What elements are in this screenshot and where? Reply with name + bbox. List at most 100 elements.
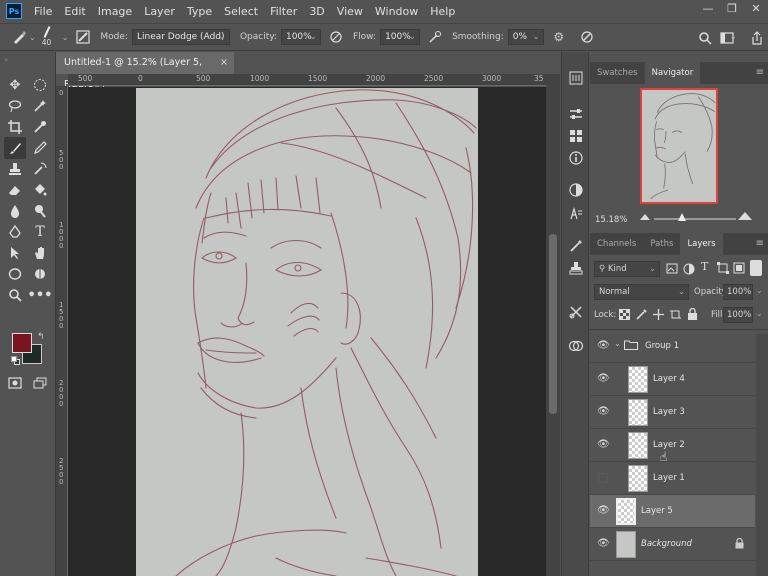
lock-all-icon[interactable] <box>687 307 698 320</box>
zoom-icon[interactable] <box>4 284 26 306</box>
dodge-icon[interactable] <box>29 200 51 222</box>
layer-row-background[interactable]: 👁 Background <box>590 528 755 561</box>
libraries-panel-icon[interactable] <box>566 126 586 146</box>
brush-settings-panel-icon[interactable] <box>566 236 586 256</box>
vertical-scrollbar[interactable] <box>546 74 560 576</box>
eraser-icon[interactable] <box>4 179 26 201</box>
adjustment-filter-icon[interactable] <box>683 263 695 275</box>
navigator-preview[interactable] <box>640 88 718 204</box>
layer-row-layer-3[interactable]: 👁 Layer 3 <box>590 396 755 429</box>
fill-field[interactable]: 100% <box>723 307 753 323</box>
bucket-icon[interactable] <box>29 179 51 201</box>
visibility-eye-icon[interactable]: 👁 <box>597 505 610 517</box>
tool-presets-panel-icon[interactable] <box>566 302 586 322</box>
menu-3d[interactable]: 3D <box>303 5 330 18</box>
swap-colors-icon[interactable]: ↰ <box>37 332 45 342</box>
search-icon[interactable] <box>696 29 714 47</box>
pen-icon[interactable] <box>4 221 26 243</box>
info-panel-icon[interactable] <box>566 148 586 168</box>
quick-mask-icon[interactable] <box>4 372 26 394</box>
crop-icon[interactable] <box>4 116 26 138</box>
gear-icon[interactable]: ⚙ <box>550 28 568 46</box>
airbrush-icon[interactable] <box>426 28 444 46</box>
default-colors-icon[interactable] <box>11 356 20 365</box>
more-icon[interactable]: ••• <box>28 284 53 306</box>
menu-help[interactable]: Help <box>424 5 461 18</box>
filter-toggle[interactable] <box>750 260 762 276</box>
visibility-eye-icon[interactable]: 👁 <box>597 406 610 418</box>
menu-type[interactable]: Type <box>181 5 218 18</box>
visibility-eye-icon[interactable]: 👁 <box>597 538 610 550</box>
menu-view[interactable]: View <box>331 5 369 18</box>
photoshop-logo[interactable]: Ps <box>6 3 22 19</box>
brush-icon[interactable] <box>4 137 26 159</box>
close-tab-icon[interactable]: × <box>220 52 228 74</box>
document-canvas[interactable] <box>136 88 478 576</box>
clone-source-panel-icon[interactable] <box>566 258 586 278</box>
lock-position-icon[interactable] <box>653 309 664 320</box>
smoothing-field[interactable]: 0% ⌄ <box>507 29 544 45</box>
mode-select[interactable]: Linear Dodge (Add) ⌄ <box>131 29 230 45</box>
hand-icon[interactable] <box>29 242 51 264</box>
lock-pixels-icon[interactable] <box>636 309 647 320</box>
zoom-slider-handle[interactable] <box>678 213 686 221</box>
visibility-off-box[interactable] <box>598 473 608 483</box>
eyedropper-icon[interactable] <box>29 116 51 138</box>
tab-channels[interactable]: Channels <box>590 233 643 255</box>
panel-menu-icon[interactable]: ≡ <box>756 62 764 84</box>
rotate-view-icon[interactable] <box>29 263 51 285</box>
pressure-opacity-icon[interactable] <box>327 28 345 46</box>
magic-wand-icon[interactable] <box>29 95 51 117</box>
type-icon[interactable]: T <box>29 221 51 243</box>
screen-mode-icon[interactable] <box>29 372 51 394</box>
menu-filter[interactable]: Filter <box>264 5 303 18</box>
layer-row-layer-5[interactable]: 👁 Layer 5 <box>590 495 755 528</box>
marquee-icon[interactable] <box>29 74 51 96</box>
visibility-eye-icon[interactable]: 👁 <box>597 373 610 385</box>
share-icon[interactable] <box>748 29 766 47</box>
stamp-icon[interactable] <box>4 158 26 180</box>
lock-artboard-icon[interactable] <box>670 309 681 320</box>
smart-object-filter-icon[interactable] <box>733 262 745 274</box>
layer-opacity-field[interactable]: 100% <box>723 284 753 300</box>
shape-filter-icon[interactable] <box>717 262 729 274</box>
pressure-size-icon[interactable] <box>578 28 596 46</box>
close-window-button[interactable]: ✕ <box>744 0 768 18</box>
group-expand-chevron-icon[interactable]: ⌄ <box>614 339 621 348</box>
canvas-workspace[interactable] <box>68 87 546 576</box>
menu-select[interactable]: Select <box>218 5 264 18</box>
pixel-filter-icon[interactable] <box>666 263 678 274</box>
pencil-icon[interactable] <box>29 137 51 159</box>
foreground-color-swatch[interactable] <box>12 333 32 353</box>
tab-navigator[interactable]: Navigator <box>644 62 701 84</box>
tab-layers[interactable]: Layers <box>680 233 723 255</box>
path-select-icon[interactable] <box>4 242 26 264</box>
blur-icon[interactable] <box>4 200 26 222</box>
layers-panel-menu-icon[interactable]: ≡ <box>756 233 764 255</box>
brush-preset-icon[interactable] <box>10 28 28 46</box>
document-tab[interactable]: Untitled-1 @ 15.2% (Layer 5, RGB/8#) * × <box>56 52 234 90</box>
menu-layer[interactable]: Layer <box>138 5 181 18</box>
brush-settings-icon[interactable] <box>74 28 92 46</box>
minimize-button[interactable]: — <box>696 0 720 18</box>
menu-edit[interactable]: Edit <box>58 5 91 18</box>
zoom-out-icon[interactable] <box>640 214 650 220</box>
layer-row-layer-1[interactable]: Layer 1 <box>590 462 755 495</box>
tab-paths[interactable]: Paths <box>643 233 680 255</box>
ellipse-icon[interactable] <box>4 263 26 285</box>
type-filter-icon[interactable]: T <box>701 260 708 273</box>
lasso-icon[interactable] <box>4 95 26 117</box>
restore-button[interactable]: ❐ <box>720 0 744 18</box>
layer-filter-select[interactable]: ⚲ Kind ⌄ <box>594 261 660 277</box>
channels-panel-icon[interactable] <box>566 336 586 356</box>
layer-row-layer-2[interactable]: 👁 Layer 2 ☝ <box>590 429 755 464</box>
move-icon[interactable]: ✥ <box>4 74 26 96</box>
history-brush-icon[interactable] <box>29 158 51 180</box>
flow-field[interactable]: 100% ⌄ <box>380 29 421 45</box>
menu-window[interactable]: Window <box>369 5 424 18</box>
lock-transparency-icon[interactable] <box>619 309 630 320</box>
opacity-field[interactable]: 100% ⌄ <box>280 29 321 45</box>
tab-swatches[interactable]: Swatches <box>590 62 645 84</box>
brush-size-picker[interactable]: 40 <box>40 25 62 49</box>
zoom-in-icon[interactable] <box>738 212 752 220</box>
